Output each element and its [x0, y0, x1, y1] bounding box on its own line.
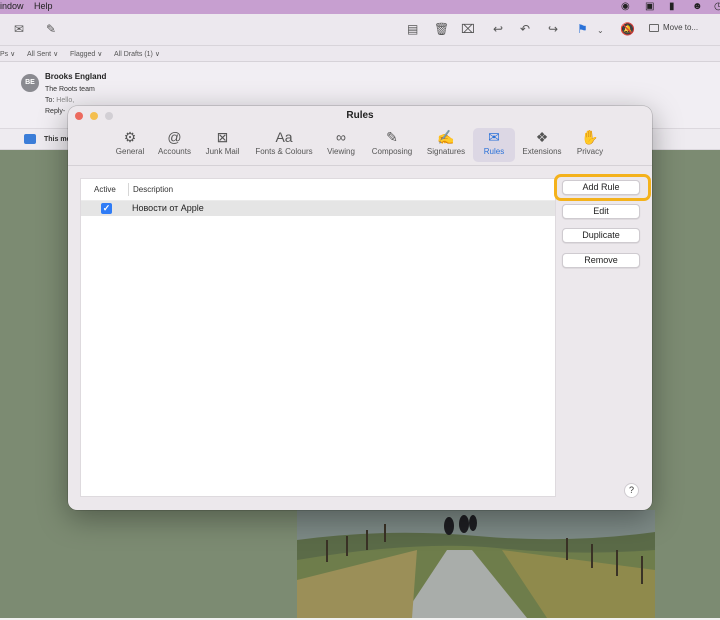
tab-rules[interactable]: ✉ Rules [473, 128, 515, 162]
wechat-icon[interactable]: ◉ [621, 1, 630, 12]
battery-icon[interactable]: ▮ [669, 1, 675, 12]
tab-label: Rules [483, 147, 505, 156]
filter-all-drafts[interactable]: All Drafts (1) ∨ [114, 50, 160, 58]
gear-icon: ⚙ [123, 129, 137, 145]
info-icon [24, 134, 36, 144]
mute-bell-icon[interactable]: 🔕 [620, 22, 635, 36]
menu-help[interactable]: Help [34, 1, 53, 11]
rules-dialog: Rules ⚙ General @ Accounts ⊠ Junk Mail A… [68, 106, 652, 510]
tab-extensions[interactable]: ❖ Extensions [518, 128, 566, 162]
signature-icon: ✍ [437, 129, 455, 145]
tab-junk-mail[interactable]: ⊠ Junk Mail [201, 128, 244, 162]
reply-to-label: Reply- [45, 108, 66, 115]
tab-label: Fonts & Colours [255, 147, 313, 156]
table-row[interactable]: ✓ Новости от Apple [81, 201, 555, 216]
filter-flagged[interactable]: Flagged ∨ [70, 50, 102, 58]
rules-table-header: Active Description [81, 179, 555, 201]
duplicate-rule-button[interactable]: Duplicate [562, 228, 640, 243]
app-tray-icon[interactable]: ▣ [645, 1, 654, 12]
tab-composing[interactable]: ✎ Composing [366, 128, 418, 162]
tab-general[interactable]: ⚙ General [112, 128, 148, 162]
tab-label: General [115, 147, 145, 156]
cyclists-road-photo [297, 510, 655, 618]
junk-icon[interactable]: ⌧ [461, 22, 475, 36]
sender-name[interactable]: Brooks England [45, 72, 106, 81]
compose-icon: ✎ [386, 129, 398, 145]
forward-icon[interactable]: ↪ [548, 22, 558, 36]
reply-icon[interactable]: ↩ [493, 22, 503, 36]
column-description[interactable]: Description [133, 185, 173, 194]
help-button[interactable]: ? [624, 483, 639, 498]
at-icon: @ [167, 129, 182, 145]
to-line: To: Hello, [45, 97, 74, 104]
to-value: Hello, [56, 97, 75, 104]
archive-icon[interactable]: ▤ [407, 22, 418, 36]
column-active[interactable]: Active [94, 185, 116, 194]
tab-privacy[interactable]: ✋ Privacy [572, 128, 608, 162]
filter-ps[interactable]: Ps ∨ [0, 50, 15, 58]
tab-signatures[interactable]: ✍ Signatures [422, 128, 470, 162]
mailbox-filter-bar: Ps ∨ All Sent ∨ Flagged ∨ All Drafts (1)… [0, 46, 720, 62]
tab-label: Composing [371, 147, 413, 156]
tab-viewing[interactable]: ∞ Viewing [323, 128, 359, 162]
rule-description: Новости от Apple [132, 203, 204, 213]
filter-all-sent[interactable]: All Sent ∨ [27, 50, 58, 58]
column-divider [128, 183, 129, 196]
envelope-icon[interactable]: ✉ [14, 22, 24, 36]
tab-accounts[interactable]: @ Accounts [154, 128, 195, 162]
add-rule-highlight [554, 174, 651, 201]
clock-icon[interactable]: ◷ [714, 1, 720, 12]
rules-envelope-icon: ✉ [488, 129, 500, 145]
reply-all-icon[interactable]: ↶ [520, 22, 530, 36]
puzzle-icon: ❖ [535, 129, 549, 145]
rules-table: Active Description ✓ Новости от Apple [80, 178, 556, 497]
tab-fonts-colours[interactable]: Aa Fonts & Colours [249, 128, 319, 162]
menu-bar: indow Help ◉ ▣ ▮ ☻ ◷ [0, 0, 720, 14]
junk-tray-icon: ⊠ [216, 129, 229, 145]
tab-label: Junk Mail [205, 147, 240, 156]
rule-active-checkbox[interactable]: ✓ [101, 203, 112, 214]
glasses-icon: ∞ [336, 129, 346, 145]
hand-icon: ✋ [581, 129, 599, 145]
tab-label: Privacy [576, 147, 604, 156]
tab-label: Accounts [158, 147, 191, 156]
dialog-title: Rules [346, 110, 374, 121]
avatar: BE [21, 74, 39, 92]
fonts-icon: Aa [275, 129, 293, 145]
flag-icon[interactable]: ⚑ [577, 22, 588, 36]
menu-window[interactable]: indow [0, 1, 24, 11]
tab-label: Extensions [522, 147, 562, 156]
trash-icon[interactable]: 🗑 [434, 22, 449, 36]
tab-label: Signatures [426, 147, 466, 156]
preferences-tab-bar: ⚙ General @ Accounts ⊠ Junk Mail Aa Font… [68, 126, 652, 166]
mail-toolbar: ✉ ✎ ▤ 🗑 ⌧ ↩ ↶ ↪ ⚑ ⌄ 🔕 Move to... [0, 14, 720, 46]
info-text: This me [44, 136, 71, 143]
chevron-down-icon[interactable]: ⌄ [597, 24, 604, 38]
remove-rule-button[interactable]: Remove [562, 253, 640, 268]
move-to-button[interactable]: Move to... [649, 23, 698, 32]
edit-rule-button[interactable]: Edit [562, 204, 640, 219]
folder-icon [649, 23, 659, 32]
message-subject: The Roots team [45, 86, 95, 93]
to-label: To: [45, 97, 55, 104]
tab-label: Viewing [327, 147, 355, 156]
move-to-label: Move to... [663, 23, 699, 32]
compose-icon[interactable]: ✎ [46, 22, 56, 36]
finder-icon[interactable]: ☻ [692, 1, 703, 12]
